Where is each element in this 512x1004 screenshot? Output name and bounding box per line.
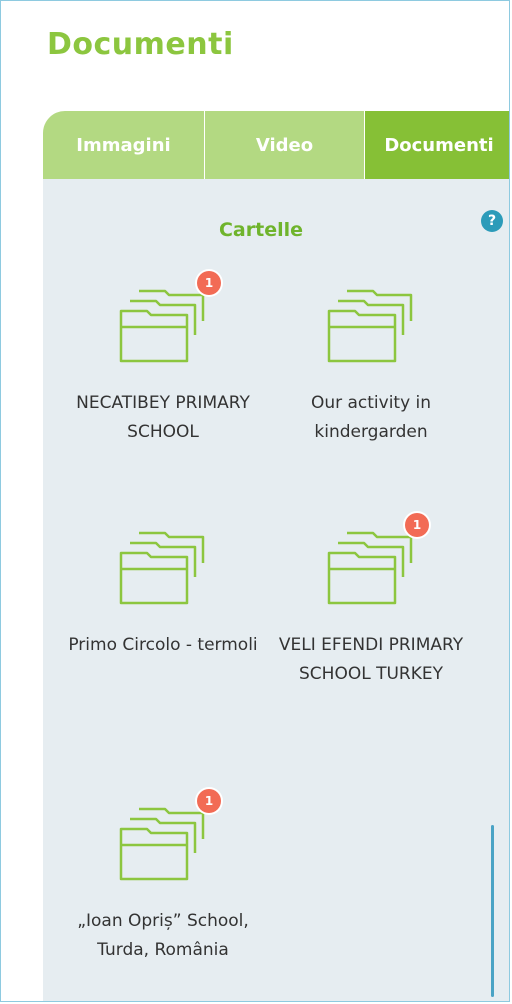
notification-badge: 1 [197,789,221,813]
section-title: Cartelle [218,219,303,241]
folders-panel: Cartelle ? 1 NECATIBEY PRIMARY SCHOOL Ou… [43,179,509,1001]
folder-icon [113,285,217,369]
folder-icon [113,527,217,611]
folder-label: „Ioan Opriș” School, Turda, România [77,911,249,960]
folder-icon [321,285,425,369]
folder-item-veli-efendi[interactable]: 1 VELI EFENDI PRIMARY SCHOOL TURKEY [271,513,471,763]
folder-icon [113,803,217,887]
tab-documenti[interactable]: Documenti [365,111,509,179]
media-tabs: Immagini Video Documenti [43,111,509,179]
folder-label: Our activity in kindergarden [310,393,432,442]
page-title: Documenti [47,27,234,62]
notification-badge: 1 [405,513,429,537]
tab-video[interactable]: Video [205,111,365,179]
folder-label: NECATIBEY PRIMARY SCHOOL [76,393,250,442]
documents-window: Documenti Immagini Video Documenti Carte… [0,0,510,1002]
tab-immagini[interactable]: Immagini [43,111,205,179]
notification-badge: 1 [197,271,221,295]
folder-item-kindergarden[interactable]: Our activity in kindergarden [271,271,471,451]
scrollbar[interactable] [491,825,494,997]
folder-label: Primo Circolo - termoli [68,635,258,655]
folder-icon [321,527,425,611]
folder-item-primo-circolo[interactable]: Primo Circolo - termoli [63,513,263,693]
folder-item-ioan-opris[interactable]: 1 „Ioan Opriș” School, Turda, România [63,789,263,1001]
folder-label: VELI EFENDI PRIMARY SCHOOL TURKEY [278,635,464,684]
folder-item-necatibey[interactable]: 1 NECATIBEY PRIMARY SCHOOL [63,271,263,491]
help-icon[interactable]: ? [481,210,503,232]
